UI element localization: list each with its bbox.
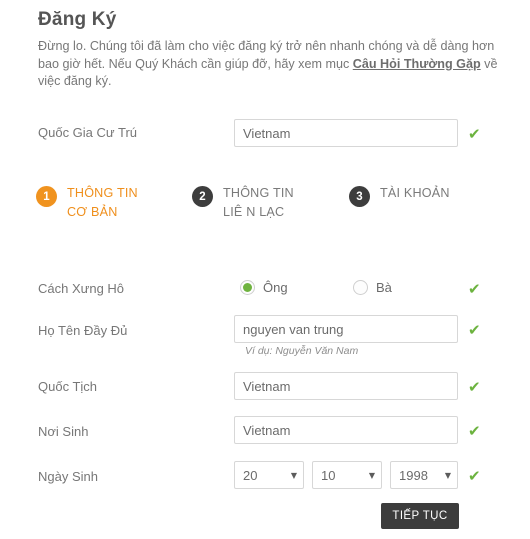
- fullname-label: Họ Tên Đầy Đủ: [38, 323, 128, 338]
- page-title: Đăng Ký: [38, 9, 117, 30]
- birthdate-label: Ngày Sinh: [38, 469, 98, 484]
- birthplace-input[interactable]: [234, 416, 458, 444]
- step-2-label: THÔNG TIN LIÊ N LẠC: [223, 186, 294, 219]
- registration-form-page: Đăng Ký Đừng lo. Chúng tôi đã làm cho vi…: [0, 0, 530, 539]
- step-1-number-badge: 1: [36, 186, 57, 207]
- residence-country-label: Quốc Gia Cư Trú: [38, 125, 138, 140]
- salutation-label: Cách Xưng Hô: [38, 281, 125, 296]
- birthdate-valid-icon: ✔: [468, 467, 481, 485]
- birthdate-year-value: 1998: [399, 467, 428, 483]
- salutation-option-mrs-label: Bà: [376, 280, 392, 295]
- radio-selected-icon[interactable]: [240, 280, 255, 295]
- radio-unselected-icon[interactable]: [353, 280, 368, 295]
- salutation-option-mr[interactable]: Ông: [240, 280, 288, 295]
- step-tab-account[interactable]: 3 TÀI KHOẢN: [349, 184, 489, 207]
- birthplace-label: Nơi Sinh: [38, 424, 89, 439]
- nationality-valid-icon: ✔: [468, 378, 481, 396]
- residence-valid-icon: ✔: [468, 125, 481, 143]
- nationality-label: Quốc Tịch: [38, 379, 98, 394]
- fullname-example-hint: Ví dụ: Nguyễn Văn Nam: [245, 345, 359, 357]
- intro-paragraph: Đừng lo. Chúng tôi đã làm cho việc đăng …: [38, 38, 500, 91]
- salutation-radio-group: Ông Bà: [240, 280, 460, 296]
- salutation-valid-icon: ✔: [468, 280, 481, 298]
- salutation-option-mr-label: Ông: [263, 280, 288, 295]
- birthdate-month-select[interactable]: 10 ▼: [312, 461, 382, 489]
- chevron-down-icon: ▼: [444, 470, 452, 480]
- birthdate-day-value: 20: [243, 467, 258, 483]
- fullname-valid-icon: ✔: [468, 321, 481, 339]
- birthdate-year-select[interactable]: 1998 ▼: [390, 461, 458, 489]
- salutation-option-mrs[interactable]: Bà: [353, 280, 392, 295]
- residence-country-input[interactable]: [234, 119, 458, 147]
- birthplace-valid-icon: ✔: [468, 422, 481, 440]
- continue-button[interactable]: TIẾP TỤC: [381, 503, 459, 529]
- nationality-input[interactable]: [234, 372, 458, 400]
- step-3-number-badge: 3: [349, 186, 370, 207]
- step-3-label: TÀI KHOẢN: [380, 186, 450, 200]
- faq-link[interactable]: Câu Hỏi Thường Gặp: [353, 57, 481, 71]
- step-2-number-badge: 2: [192, 186, 213, 207]
- step-1-label: THÔNG TIN CƠ BẢN: [67, 186, 138, 219]
- chevron-down-icon: ▼: [368, 470, 376, 480]
- step-tab-contact-info[interactable]: 2 THÔNG TIN LIÊ N LẠC: [192, 184, 317, 222]
- step-tab-basic-info[interactable]: 1 THÔNG TIN CƠ BẢN: [36, 184, 161, 222]
- chevron-down-icon: ▼: [290, 470, 298, 480]
- step-indicator: 1 THÔNG TIN CƠ BẢN 2 THÔNG TIN LIÊ N LẠC…: [36, 184, 496, 240]
- fullname-input[interactable]: [234, 315, 458, 343]
- birthdate-day-select[interactable]: 20 ▼: [234, 461, 304, 489]
- birthdate-month-value: 10: [321, 467, 336, 483]
